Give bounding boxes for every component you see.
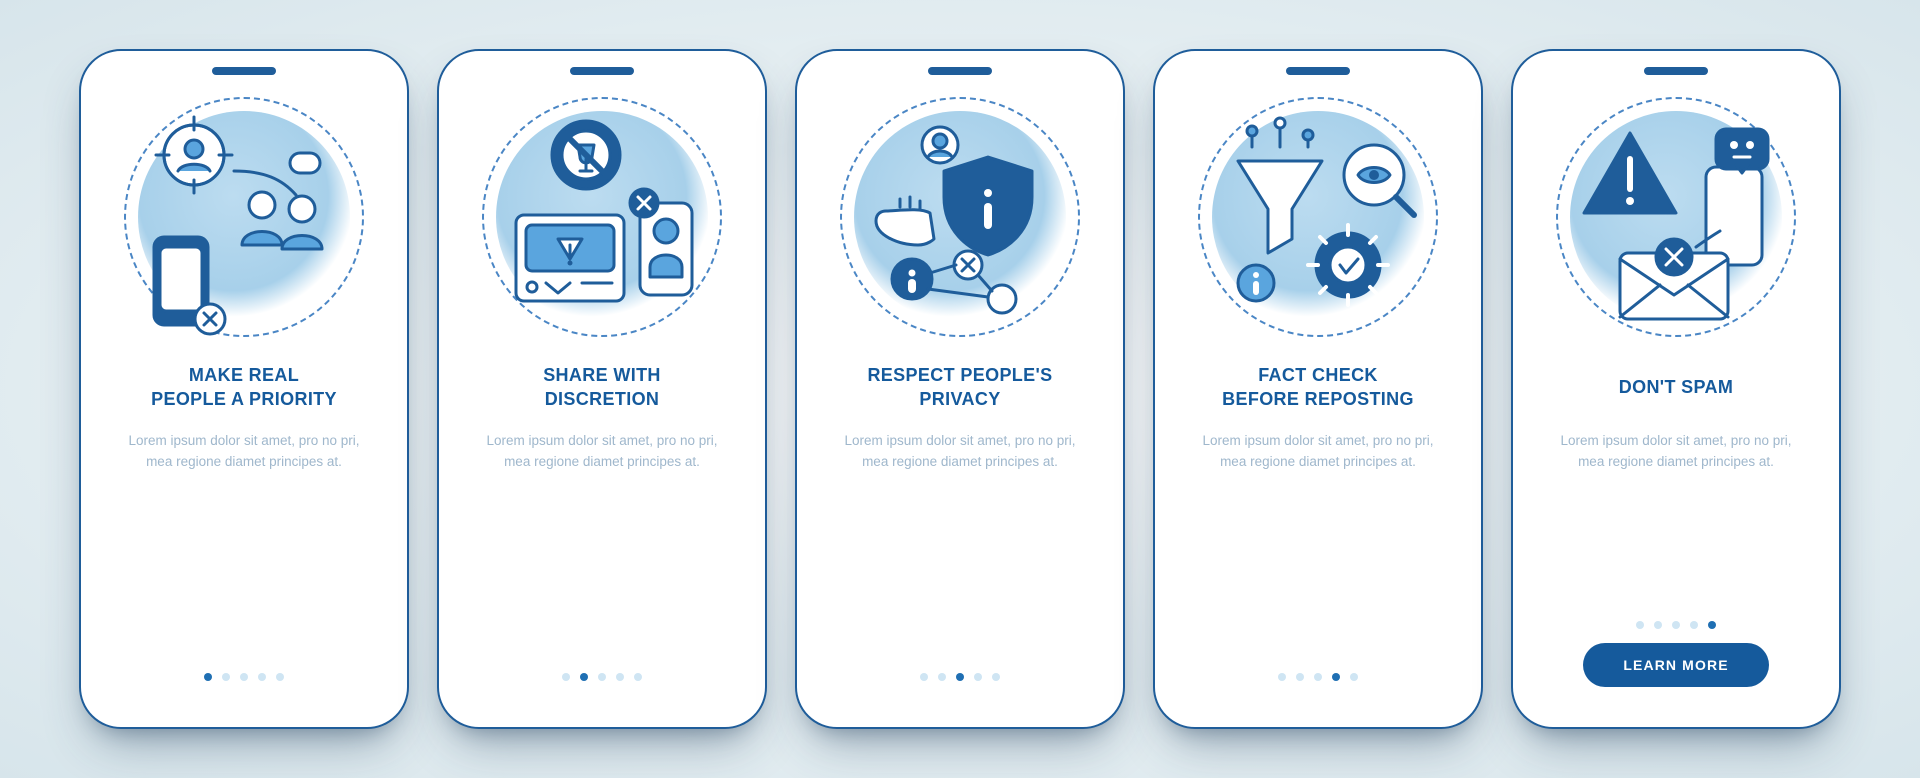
dot-3[interactable] bbox=[598, 673, 606, 681]
dot-3[interactable] bbox=[1672, 621, 1680, 629]
screen-title: RESPECT PEOPLE'S PRIVACY bbox=[867, 361, 1052, 413]
screen-title: MAKE REAL PEOPLE A PRIORITY bbox=[151, 361, 337, 413]
dot-5[interactable] bbox=[1708, 621, 1716, 629]
screen-description: Lorem ipsum dolor sit amet, pro no pri, … bbox=[114, 431, 374, 473]
pagination-dots[interactable] bbox=[1278, 673, 1358, 681]
dot-5[interactable] bbox=[992, 673, 1000, 681]
onboarding-screen-2: SHARE WITH DISCRETION Lorem ipsum dolor … bbox=[437, 49, 767, 729]
dot-1[interactable] bbox=[1278, 673, 1286, 681]
dot-2[interactable] bbox=[1296, 673, 1304, 681]
pagination-dots[interactable] bbox=[1636, 621, 1716, 629]
share-discretion-icon bbox=[482, 97, 722, 337]
pagination-dots[interactable] bbox=[204, 673, 284, 681]
screen-description: Lorem ipsum dolor sit amet, pro no pri, … bbox=[1546, 431, 1806, 473]
dot-2[interactable] bbox=[938, 673, 946, 681]
dot-2[interactable] bbox=[222, 673, 230, 681]
dot-5[interactable] bbox=[634, 673, 642, 681]
dot-4[interactable] bbox=[258, 673, 266, 681]
dot-5[interactable] bbox=[276, 673, 284, 681]
screen-description: Lorem ipsum dolor sit amet, pro no pri, … bbox=[1188, 431, 1448, 473]
pagination-dots[interactable] bbox=[920, 673, 1000, 681]
screen-description: Lorem ipsum dolor sit amet, pro no pri, … bbox=[830, 431, 1090, 473]
screen-description: Lorem ipsum dolor sit amet, pro no pri, … bbox=[472, 431, 732, 473]
dot-4[interactable] bbox=[974, 673, 982, 681]
screen-title: DON'T SPAM bbox=[1619, 361, 1734, 413]
onboarding-screen-1: MAKE REAL PEOPLE A PRIORITY Lorem ipsum … bbox=[79, 49, 409, 729]
dont-spam-icon bbox=[1556, 97, 1796, 337]
dot-4[interactable] bbox=[616, 673, 624, 681]
screen-title: SHARE WITH DISCRETION bbox=[543, 361, 661, 413]
dot-3[interactable] bbox=[1314, 673, 1322, 681]
dot-1[interactable] bbox=[920, 673, 928, 681]
dot-3[interactable] bbox=[956, 673, 964, 681]
onboarding-screen-5: DON'T SPAM Lorem ipsum dolor sit amet, p… bbox=[1511, 49, 1841, 729]
dot-2[interactable] bbox=[580, 673, 588, 681]
screen-title: FACT CHECK BEFORE REPOSTING bbox=[1222, 361, 1414, 413]
dot-2[interactable] bbox=[1654, 621, 1662, 629]
privacy-icon bbox=[840, 97, 1080, 337]
dot-3[interactable] bbox=[240, 673, 248, 681]
people-priority-icon bbox=[124, 97, 364, 337]
dot-4[interactable] bbox=[1690, 621, 1698, 629]
onboarding-screen-4: FACT CHECK BEFORE REPOSTING Lorem ipsum … bbox=[1153, 49, 1483, 729]
dot-1[interactable] bbox=[562, 673, 570, 681]
learn-more-button[interactable]: LEARN MORE bbox=[1583, 643, 1768, 687]
dot-4[interactable] bbox=[1332, 673, 1340, 681]
dot-1[interactable] bbox=[204, 673, 212, 681]
dot-1[interactable] bbox=[1636, 621, 1644, 629]
pagination-dots[interactable] bbox=[562, 673, 642, 681]
dot-5[interactable] bbox=[1350, 673, 1358, 681]
onboarding-screen-3: RESPECT PEOPLE'S PRIVACY Lorem ipsum dol… bbox=[795, 49, 1125, 729]
fact-check-icon bbox=[1198, 97, 1438, 337]
